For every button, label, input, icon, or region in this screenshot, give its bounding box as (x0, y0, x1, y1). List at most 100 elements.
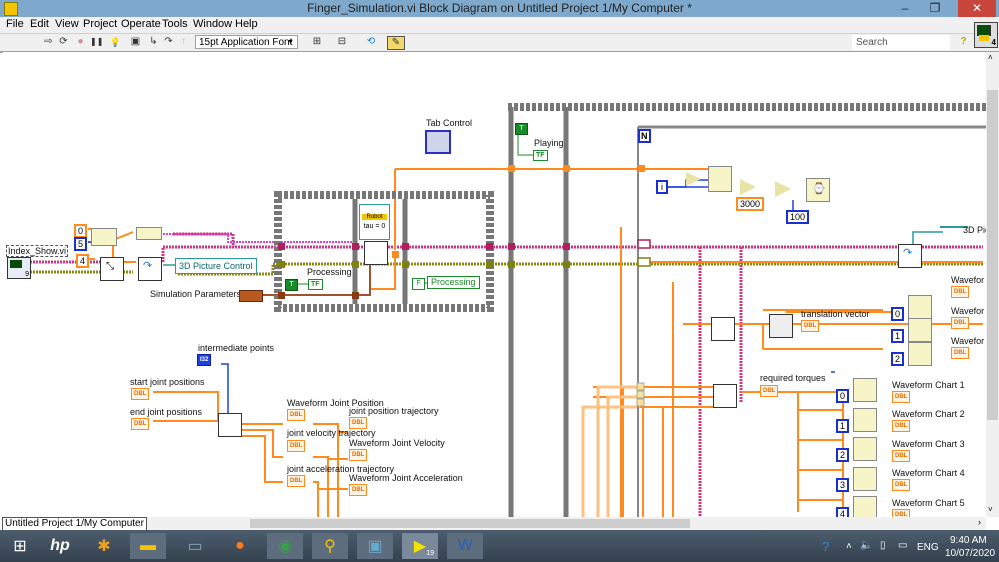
show-hidden-icons[interactable]: ˄ (846, 541, 852, 552)
restore-button[interactable]: ❐ (920, 0, 950, 17)
abort-icon[interactable]: ● (74, 36, 87, 48)
magnifier-icon[interactable]: ⚲ (312, 533, 348, 559)
constant-3000[interactable]: 3000 (736, 197, 765, 211)
processing-local-variable[interactable]: Processing (427, 276, 480, 289)
false-constant[interactable]: F (412, 278, 425, 290)
loop-count-terminal[interactable]: N (638, 129, 651, 143)
photos-icon[interactable]: ▣ (357, 533, 393, 559)
build-array-node[interactable] (136, 227, 162, 240)
help-tray-icon[interactable]: ? (822, 539, 829, 554)
translation-vector-indicator[interactable]: DBL (801, 320, 820, 332)
index-array-x[interactable] (908, 295, 932, 319)
start-joint-positions-control[interactable]: DBL (131, 388, 150, 400)
hp-icon[interactable]: hp (42, 533, 78, 559)
index-const-2[interactable]: 2 (891, 352, 905, 366)
waveform-indicator-y[interactable]: DBL (951, 317, 970, 329)
required-torques-indicator[interactable]: DBL (760, 385, 779, 397)
index-array-torque-4[interactable] (853, 467, 877, 491)
end-joint-positions-control[interactable]: DBL (131, 418, 150, 430)
network-icon[interactable]: ▭ (898, 540, 907, 551)
firefox-icon[interactable]: ● (222, 533, 258, 559)
remote-desktop-icon[interactable]: ▭ (177, 533, 213, 559)
waveform-chart-3-terminal[interactable]: DBL (892, 450, 911, 462)
search-input[interactable]: Search (852, 35, 950, 50)
constant-5[interactable]: 5 (74, 237, 88, 251)
waveform-joint-acceleration-terminal[interactable]: DBL (349, 484, 368, 496)
inverse-dynamics-node-2[interactable] (713, 384, 737, 408)
index-array-node[interactable] (708, 166, 732, 192)
waveform-chart-1-terminal[interactable]: DBL (892, 391, 911, 403)
retain-wire-values-icon[interactable]: ▣ (129, 36, 142, 48)
processing-indicator[interactable]: TF (308, 279, 323, 290)
wait-ms-node[interactable]: ⌚ (806, 178, 830, 202)
highlight-execution-icon[interactable]: 💡 (109, 36, 122, 48)
menu-file[interactable]: File (6, 18, 24, 30)
menu-operate[interactable]: Operate (121, 18, 161, 30)
menu-help[interactable]: Help (235, 18, 258, 30)
constant-100[interactable]: 100 (786, 210, 810, 224)
light-orange-wire[interactable] (581, 385, 640, 517)
torque-index-2[interactable]: 2 (836, 448, 850, 462)
index-const-1[interactable]: 1 (891, 329, 905, 343)
true-constant-2[interactable]: T (515, 123, 528, 135)
menu-tools[interactable]: Tools (162, 18, 188, 30)
torque-index-1[interactable]: 1 (836, 419, 850, 433)
scroll-right-icon[interactable]: › (978, 517, 981, 527)
create-robot-node[interactable]: ⤡ (100, 257, 124, 281)
horizontal-scroll-thumb[interactable] (250, 519, 690, 528)
language-indicator[interactable]: ENG (917, 542, 939, 553)
clock-time[interactable]: 9:40 AM (950, 535, 987, 546)
joint-acceleration-trajectory-terminal[interactable]: DBL (287, 475, 306, 487)
project-context-label[interactable]: Untitled Project 1/My Computer (2, 517, 147, 531)
scroll-down-icon[interactable]: ˅ (988, 505, 993, 514)
index-array-y[interactable] (908, 318, 932, 342)
waveform-indicator-x[interactable]: DBL (951, 286, 970, 298)
index-array-z[interactable] (908, 342, 932, 366)
index-show-subvi[interactable]: 9 (7, 257, 31, 279)
vertical-scroll-thumb[interactable] (987, 90, 998, 420)
constant-4[interactable]: 4 (76, 254, 90, 268)
simulation-parameters-terminal[interactable] (239, 290, 263, 302)
subtract-node[interactable] (740, 179, 756, 195)
distribute-objects-icon[interactable]: ⊟ (333, 36, 351, 48)
minimize-button[interactable]: ‒ (890, 0, 920, 17)
torque-index-0[interactable]: 0 (836, 389, 850, 403)
multiply-node[interactable] (775, 181, 791, 197)
file-explorer-icon[interactable]: ▬ (130, 533, 166, 559)
cleanup-diagram-icon[interactable]: ✎ (387, 36, 405, 50)
increment-node[interactable] (686, 172, 701, 186)
step-into-icon[interactable]: ↳ (147, 36, 160, 48)
align-objects-icon[interactable]: ⊞ (308, 36, 326, 48)
intermediate-points-control[interactable]: I32 (197, 354, 212, 366)
update-robot-node[interactable]: ↷ (138, 257, 162, 281)
waveform-chart-5-terminal[interactable]: DBL (892, 509, 911, 517)
waveform-chart-4-terminal[interactable]: DBL (892, 479, 911, 491)
menu-edit[interactable]: Edit (30, 18, 49, 30)
joint-velocity-trajectory-terminal[interactable]: DBL (287, 440, 306, 452)
clock-date[interactable]: 10/07/2020 (945, 548, 995, 559)
pink-wire[interactable] (30, 232, 983, 517)
menu-project[interactable]: Project (83, 18, 117, 30)
index-array-torque-5[interactable] (853, 496, 877, 517)
get-translation-node[interactable] (769, 314, 793, 338)
battery-icon[interactable]: ▯ (880, 540, 886, 551)
menu-view[interactable]: View (55, 18, 79, 30)
tab-control-terminal[interactable] (425, 130, 451, 154)
run-continuously-icon[interactable]: ⟳ (57, 36, 70, 48)
3d-picture-control-terminal[interactable]: 3D Picture Control (175, 258, 257, 274)
volume-icon[interactable]: 🔈 (860, 540, 872, 551)
waveform-indicator-z[interactable]: DBL (951, 347, 970, 359)
waveform-joint-position-terminal[interactable]: DBL (287, 409, 306, 421)
step-over-icon[interactable]: ↷ (162, 36, 175, 48)
scroll-up-icon[interactable]: ˄ (988, 53, 993, 62)
initialize-array-node[interactable] (91, 228, 117, 246)
trajectory-planner-node[interactable] (218, 413, 242, 437)
index-array-torque-3[interactable] (853, 437, 877, 461)
puzzle-app-icon[interactable]: ✱ (86, 533, 122, 559)
index-const-0[interactable]: 0 (891, 307, 905, 321)
torque-index-3[interactable]: 3 (836, 478, 850, 492)
labview-taskbar-icon[interactable]: ▶ 19 (402, 533, 438, 559)
word-icon[interactable]: W (447, 533, 483, 559)
true-constant[interactable]: T (285, 279, 298, 291)
torque-index-4[interactable]: 4 (836, 507, 850, 517)
